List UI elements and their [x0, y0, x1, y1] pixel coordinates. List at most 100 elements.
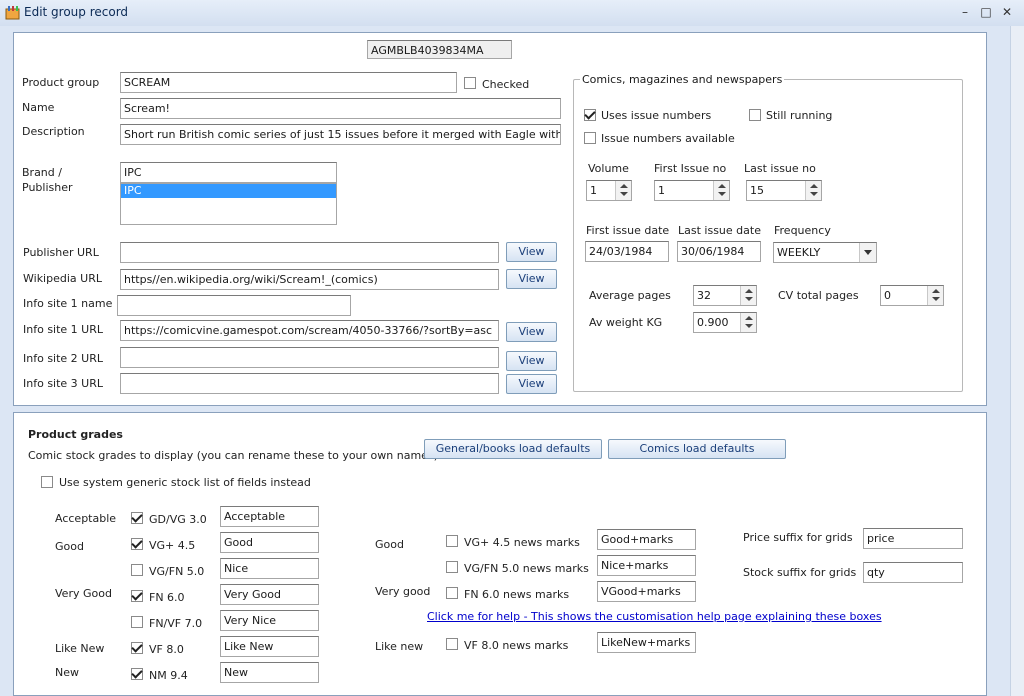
maximize-button[interactable]: □: [977, 4, 995, 21]
brand-label-line1: Brand /: [22, 166, 62, 179]
uses-issue-numbers-checkbox[interactable]: [584, 109, 596, 121]
wikipedia-url-label: Wikipedia URL: [23, 272, 102, 285]
publisher-url-label: Publisher URL: [23, 246, 99, 259]
first-issue-no-label: First Issue no: [654, 162, 727, 175]
last-issue-no-stepper[interactable]: 15: [746, 180, 822, 201]
grade-name-input[interactable]: Nice: [220, 558, 319, 579]
grade-name-input[interactable]: Good: [220, 532, 319, 553]
grade-name: FN/VF 7.0: [149, 617, 203, 630]
grade-checkbox[interactable]: [131, 512, 143, 524]
info-site-2-url-label: Info site 2 URL: [23, 352, 103, 365]
general-defaults-button[interactable]: General/books load defaults: [424, 439, 602, 459]
info-site-2-url-input[interactable]: [120, 347, 499, 368]
info-site-1-view-button[interactable]: View: [506, 322, 557, 342]
news-checkbox[interactable]: [446, 535, 458, 547]
title-bar: [0, 0, 1024, 26]
wikipedia-url-input[interactable]: https//en.wikipedia.org/wiki/Scream!_(co…: [120, 269, 499, 290]
grade-name-input[interactable]: New: [220, 662, 319, 683]
info-site-3-url-input[interactable]: [120, 373, 499, 394]
volume-stepper[interactable]: 1: [586, 180, 632, 201]
grade-checkbox[interactable]: [131, 564, 143, 576]
news-checkbox[interactable]: [446, 587, 458, 599]
info-site-1-name-input[interactable]: [117, 295, 351, 316]
grade-name-input[interactable]: Acceptable: [220, 506, 319, 527]
news-name-input[interactable]: Good+marks: [597, 529, 696, 550]
news-name-input[interactable]: LikeNew+marks: [597, 632, 696, 653]
grade-group-label: Acceptable: [55, 512, 117, 525]
name-input[interactable]: Scream!: [120, 98, 561, 119]
help-link[interactable]: Click me for help - This shows the custo…: [427, 610, 882, 623]
stock-suffix-label: Stock suffix for grids: [743, 566, 857, 579]
price-suffix-input[interactable]: price: [863, 528, 963, 549]
grade-checkbox[interactable]: [131, 590, 143, 602]
grade-name-input[interactable]: Like New: [220, 636, 319, 657]
news-group-label: Good: [375, 538, 404, 551]
last-issue-date-label: Last issue date: [678, 224, 761, 237]
description-label: Description: [22, 125, 85, 138]
cv-total-pages-label: CV total pages: [778, 289, 859, 302]
news-group-label: Like new: [375, 640, 424, 653]
grade-group-label: Good: [55, 540, 84, 553]
grade-group-label: Very Good: [55, 587, 112, 600]
news-name-input[interactable]: Nice+marks: [597, 555, 696, 576]
issue-numbers-available-checkbox[interactable]: [584, 132, 596, 144]
grades-subtitle: Comic stock grades to display (you can r…: [28, 449, 438, 462]
grade-name: NM 9.4: [149, 669, 188, 682]
chevron-down-icon[interactable]: [859, 243, 876, 262]
last-issue-date-input[interactable]: 30/06/1984: [677, 241, 761, 262]
name-label: Name: [22, 101, 55, 114]
first-issue-date-input[interactable]: 24/03/1984: [585, 241, 669, 262]
close-button[interactable]: ✕: [998, 4, 1016, 21]
minimize-button[interactable]: –: [956, 4, 974, 21]
news-checkbox[interactable]: [446, 561, 458, 573]
first-issue-no-stepper[interactable]: 1: [654, 180, 730, 201]
comics-legend: Comics, magazines and newspapers: [580, 73, 785, 86]
brand-input[interactable]: IPC: [120, 162, 337, 183]
product-group-label: Product group: [22, 76, 100, 89]
info-site-1-url-input[interactable]: https://comicvine.gamespot.com/scream/40…: [120, 320, 499, 341]
average-pages-stepper[interactable]: 32: [693, 285, 757, 306]
news-grade-name: VG/FN 5.0 news marks: [464, 562, 589, 575]
frequency-label: Frequency: [774, 224, 831, 237]
av-weight-stepper[interactable]: 0.900: [693, 312, 757, 333]
brand-option[interactable]: IPC: [121, 184, 336, 198]
info-site-2-view-button[interactable]: View: [506, 351, 557, 371]
news-checkbox[interactable]: [446, 638, 458, 650]
brand-listbox[interactable]: IPC: [120, 183, 337, 225]
info-site-3-view-button[interactable]: View: [506, 374, 557, 394]
still-running-label: Still running: [766, 109, 833, 122]
frequency-select[interactable]: WEEKLY: [773, 242, 877, 263]
last-issue-no-label: Last issue no: [744, 162, 816, 175]
grade-group-label: New: [55, 666, 79, 679]
use-system-label: Use system generic stock list of fields …: [59, 476, 311, 489]
grade-name-input[interactable]: Very Good: [220, 584, 319, 605]
grade-name-input[interactable]: Very Nice: [220, 610, 319, 631]
publisher-url-input[interactable]: [120, 242, 499, 263]
issue-numbers-available-label: Issue numbers available: [601, 132, 735, 145]
news-grade-name: VF 8.0 news marks: [464, 639, 569, 652]
grade-checkbox[interactable]: [131, 642, 143, 654]
wikipedia-view-button[interactable]: View: [506, 269, 557, 289]
price-suffix-label: Price suffix for grids: [743, 531, 853, 544]
grade-checkbox[interactable]: [131, 538, 143, 550]
use-system-checkbox[interactable]: [41, 476, 53, 488]
grade-name: VF 8.0: [149, 643, 184, 656]
news-grade-name: VG+ 4.5 news marks: [464, 536, 580, 549]
stock-suffix-input[interactable]: qty: [863, 562, 963, 583]
brand-label-line2: Publisher: [22, 181, 73, 194]
publisher-view-button[interactable]: View: [506, 242, 557, 262]
news-grade-name: FN 6.0 news marks: [464, 588, 570, 601]
av-weight-label: Av weight KG: [589, 316, 663, 329]
grade-checkbox[interactable]: [131, 668, 143, 680]
vertical-scrollbar[interactable]: [1010, 26, 1024, 696]
info-site-1-url-label: Info site 1 URL: [23, 323, 103, 336]
grade-checkbox[interactable]: [131, 616, 143, 628]
checked-checkbox[interactable]: [464, 77, 476, 89]
news-name-input[interactable]: VGood+marks: [597, 581, 696, 602]
comics-defaults-button[interactable]: Comics load defaults: [608, 439, 786, 459]
description-input[interactable]: Short run British comic series of just 1…: [120, 124, 561, 145]
still-running-checkbox[interactable]: [749, 109, 761, 121]
grade-group-label: Like New: [55, 642, 105, 655]
product-group-input[interactable]: SCREAM: [120, 72, 457, 93]
cv-total-pages-stepper[interactable]: 0: [880, 285, 944, 306]
